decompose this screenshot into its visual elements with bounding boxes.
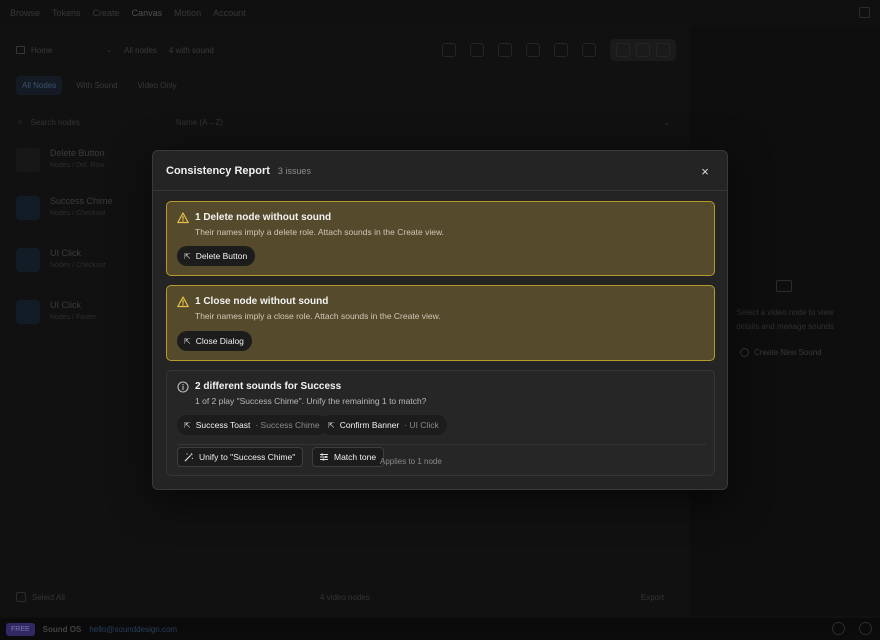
node-chip-close-dialog[interactable]: ⇱ Close Dialog xyxy=(177,331,252,351)
applies-to-note: Applies to 1 node xyxy=(380,457,442,466)
match-tone-label: Match tone xyxy=(334,452,377,462)
magic-wand-icon xyxy=(184,452,193,462)
unify-button[interactable]: Unify to "Success Chime" xyxy=(177,447,304,467)
pointer-icon: ⇱ xyxy=(328,420,335,430)
unify-button-label: Unify to "Success Chime" xyxy=(199,452,296,462)
close-button[interactable]: × xyxy=(697,163,713,179)
node-chip-sound: · UI Click xyxy=(404,420,439,430)
issue-title: 2 different sounds for Success xyxy=(195,381,342,392)
dialog-title: Consistency Report xyxy=(166,164,270,177)
close-icon: × xyxy=(701,163,709,179)
issue-description: Their names imply a delete role. Attach … xyxy=(195,227,444,237)
warning-icon xyxy=(177,212,189,224)
node-chip-label: Success Toast xyxy=(195,420,251,430)
node-chip-label: Close Dialog xyxy=(195,336,244,346)
sliders-icon xyxy=(320,453,328,461)
pointer-icon: ⇱ xyxy=(184,251,191,261)
issue-card-delete: 1 Delete node without sound Their names … xyxy=(166,201,715,276)
pointer-icon: ⇱ xyxy=(184,420,191,430)
divider xyxy=(177,444,706,445)
consistency-report-dialog: Consistency Report 3 issues × 1 Delete n… xyxy=(152,150,728,490)
node-chip-success-toast[interactable]: ⇱ Success Toast · Success Chime xyxy=(177,415,328,435)
issue-count: 3 issues xyxy=(277,165,311,176)
match-tone-button[interactable]: Match tone xyxy=(312,447,385,467)
node-chip-label: Delete Button xyxy=(195,251,248,261)
warning-icon xyxy=(177,296,189,308)
node-chip-label: Confirm Banner xyxy=(339,420,400,430)
issue-description: 1 of 2 play "Success Chime". Unify the r… xyxy=(195,396,427,406)
node-chip-sound: · Success Chime xyxy=(255,420,320,430)
issue-card-close: 1 Close node without sound Their names i… xyxy=(166,285,715,361)
issue-card-success: 2 different sounds for Success 1 of 2 pl… xyxy=(166,370,715,476)
issue-title: 1 Close node without sound xyxy=(195,296,329,307)
node-chip-confirm-banner[interactable]: ⇱ Confirm Banner · UI Click xyxy=(321,415,447,435)
issue-title: 1 Delete node without sound xyxy=(195,212,332,223)
dialog-header: Consistency Report 3 issues × xyxy=(153,151,727,191)
node-chip-delete-button[interactable]: ⇱ Delete Button xyxy=(177,246,256,266)
issue-description: Their names imply a close role. Attach s… xyxy=(195,311,441,321)
info-icon xyxy=(177,381,189,393)
pointer-icon: ⇱ xyxy=(184,336,191,346)
